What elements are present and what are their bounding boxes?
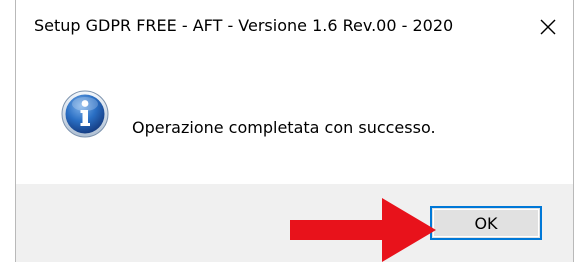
- dialog-message: Operazione completata con successo.: [132, 118, 436, 137]
- dialog-right-border: [573, 0, 574, 262]
- message-dialog: Setup GDPR FREE - AFT - Versione 1.6 Rev…: [0, 0, 578, 262]
- red-arrow-icon: [290, 198, 436, 262]
- window-title: Setup GDPR FREE - AFT - Versione 1.6 Rev…: [34, 16, 454, 35]
- close-button[interactable]: [523, 4, 573, 50]
- dialog-content: Operazione completata con successo.: [16, 56, 573, 184]
- info-icon: [61, 90, 109, 138]
- title-bar[interactable]: Setup GDPR FREE - AFT - Versione 1.6 Rev…: [16, 0, 573, 56]
- ok-button[interactable]: OK: [430, 206, 542, 240]
- close-icon: [540, 19, 556, 35]
